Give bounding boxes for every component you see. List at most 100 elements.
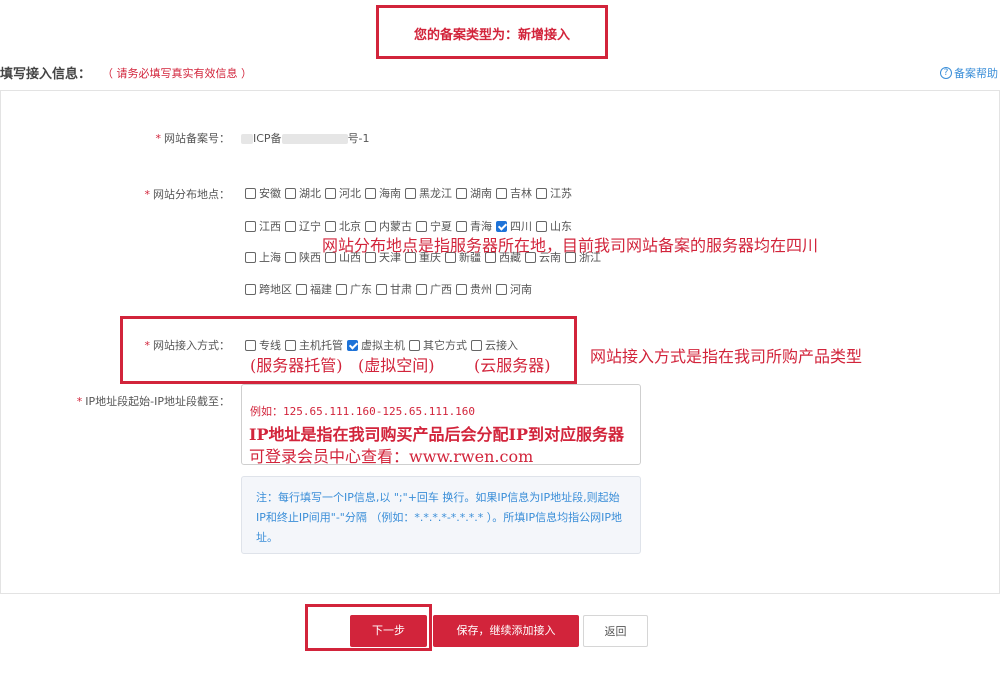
- checkbox[interactable]: [376, 283, 387, 295]
- checkbox[interactable]: [365, 220, 376, 232]
- location-option[interactable]: 贵州: [456, 281, 492, 297]
- ip-note-box: 注：每行填写一个IP信息,以 ";"+回车 换行。如果IP信息为IP地址段,则起…: [241, 476, 641, 554]
- checkbox[interactable]: [245, 220, 256, 232]
- access-method-option[interactable]: 虚拟主机: [347, 337, 405, 353]
- checkbox-label: 江西: [259, 220, 281, 233]
- back-button[interactable]: 返回: [583, 615, 648, 647]
- checkbox[interactable]: [285, 187, 296, 199]
- location-option[interactable]: 甘肃: [376, 281, 412, 297]
- section-title: 填写接入信息：: [0, 67, 92, 82]
- checkbox-label: 虚拟主机: [361, 339, 405, 352]
- access-method-option[interactable]: 云接入: [471, 337, 518, 353]
- location-option[interactable]: 海南: [365, 185, 401, 201]
- location-option[interactable]: 江西: [245, 218, 281, 234]
- location-option[interactable]: 上海: [245, 249, 281, 265]
- location-option[interactable]: 广西: [416, 281, 452, 297]
- location-checkbox-row: 安徽 湖北 河北 海南 黑龙江 湖南 吉林 江苏: [245, 185, 576, 201]
- checkbox[interactable]: [409, 339, 420, 351]
- location-option[interactable]: 辽宁: [285, 218, 321, 234]
- checkbox-label: 辽宁: [299, 220, 321, 233]
- checkbox[interactable]: [471, 339, 482, 351]
- checkbox[interactable]: [365, 187, 376, 199]
- access-method-option[interactable]: 其它方式: [409, 337, 467, 353]
- section-note: （ 请务必填写真实有效信息 ）: [102, 67, 252, 80]
- record-help-link[interactable]: ? 备案帮助: [940, 65, 998, 81]
- ip-range-label: * IP地址段起始-IP地址段截至：: [76, 395, 230, 408]
- checkbox-label: 海南: [379, 187, 401, 200]
- checkbox[interactable]: [456, 283, 467, 295]
- checkbox[interactable]: [296, 283, 307, 295]
- access-method-checkbox-row: 专线 主机托管 虚拟主机 其它方式 云接入: [245, 337, 522, 353]
- checkbox-label: 河北: [339, 187, 361, 200]
- checkbox[interactable]: [325, 220, 336, 232]
- access-method-options: 专线 主机托管 虚拟主机 其它方式 云接入: [245, 337, 522, 353]
- checkbox-label: 主机托管: [299, 339, 343, 352]
- ip-annotation-line1: IP地址是指在我司购买产品后会分配IP到对应服务器: [249, 425, 625, 444]
- checkbox-label: 河南: [510, 283, 532, 296]
- checkbox[interactable]: [456, 220, 467, 232]
- checkbox[interactable]: [456, 187, 467, 199]
- location-option[interactable]: 陕西: [285, 249, 321, 265]
- checkbox[interactable]: [245, 283, 256, 295]
- location-checkbox-row: 跨地区 福建 广东 甘肃 广西 贵州 河南: [245, 281, 536, 297]
- checkbox-label: 跨地区: [259, 283, 292, 296]
- checkbox-label: 福建: [310, 283, 332, 296]
- checkbox-label: 上海: [259, 251, 281, 264]
- save-continue-button[interactable]: 保存，继续添加接入: [433, 615, 579, 647]
- access-sub-annotation-hosting: (服务器托管): [250, 356, 343, 375]
- location-option[interactable]: 安徽: [245, 185, 281, 201]
- checkbox[interactable]: [325, 187, 336, 199]
- checkbox-label: 专线: [259, 339, 281, 352]
- checkbox-label: 陕西: [299, 251, 321, 264]
- checkbox-label: 广西: [430, 283, 452, 296]
- checkbox[interactable]: [536, 187, 547, 199]
- location-option[interactable]: 河南: [496, 281, 532, 297]
- checkbox[interactable]: [336, 283, 347, 295]
- checkbox-label: 安徽: [259, 187, 281, 200]
- checkbox-label: 湖北: [299, 187, 321, 200]
- checkbox[interactable]: [245, 187, 256, 199]
- location-option[interactable]: 河北: [325, 185, 361, 201]
- checkbox-label: 甘肃: [390, 283, 412, 296]
- checkbox[interactable]: [416, 220, 427, 232]
- locations-annotation: 网站分布地点是指服务器所在地，目前我司网站备案的服务器均在四川: [322, 236, 819, 255]
- access-method-option[interactable]: 专线: [245, 337, 281, 353]
- checkbox[interactable]: [496, 220, 507, 232]
- checkbox[interactable]: [285, 339, 296, 351]
- checkbox[interactable]: [347, 339, 358, 351]
- next-step-button[interactable]: 下一步: [350, 615, 427, 647]
- access-method-option[interactable]: 主机托管: [285, 337, 343, 353]
- checkbox-label: 其它方式: [423, 339, 467, 352]
- checkbox[interactable]: [416, 283, 427, 295]
- checkbox[interactable]: [405, 187, 416, 199]
- checkbox-label: 黑龙江: [419, 187, 452, 200]
- checkbox[interactable]: [536, 220, 547, 232]
- location-option[interactable]: 广东: [336, 281, 372, 297]
- location-option[interactable]: 跨地区: [245, 281, 292, 297]
- location-option[interactable]: 湖北: [285, 185, 321, 201]
- location-option[interactable]: 湖南: [456, 185, 492, 201]
- access-method-annotation: 网站接入方式是指在我司所购产品类型: [590, 347, 863, 366]
- checkbox[interactable]: [245, 251, 256, 263]
- access-sub-annotation-cloud: (云服务器): [474, 356, 551, 375]
- location-option[interactable]: 福建: [296, 281, 332, 297]
- checkbox[interactable]: [285, 251, 296, 263]
- checkbox[interactable]: [245, 339, 256, 351]
- location-option[interactable]: 黑龙江: [405, 185, 452, 201]
- question-circle-icon: ?: [940, 67, 952, 79]
- checkbox[interactable]: [285, 220, 296, 232]
- checkbox-label: 广东: [350, 283, 372, 296]
- redacted-block: [241, 134, 253, 144]
- record-number-value: ICP备 号-1: [241, 130, 370, 146]
- checkbox-label: 云接入: [485, 339, 518, 352]
- checkbox-label: 贵州: [470, 283, 492, 296]
- ip-range-placeholder: 例如：125.65.111.160-125.65.111.160: [250, 405, 476, 418]
- checkbox-label: 吉林: [510, 187, 532, 200]
- access-method-label: * 网站接入方式：: [144, 339, 231, 352]
- location-option[interactable]: 江苏: [536, 185, 572, 201]
- record-type-text: 您的备案类型为：新增接入: [413, 28, 570, 43]
- checkbox[interactable]: [496, 187, 507, 199]
- locations-label: * 网站分布地点：: [144, 188, 231, 201]
- checkbox[interactable]: [496, 283, 507, 295]
- location-option[interactable]: 吉林: [496, 185, 532, 201]
